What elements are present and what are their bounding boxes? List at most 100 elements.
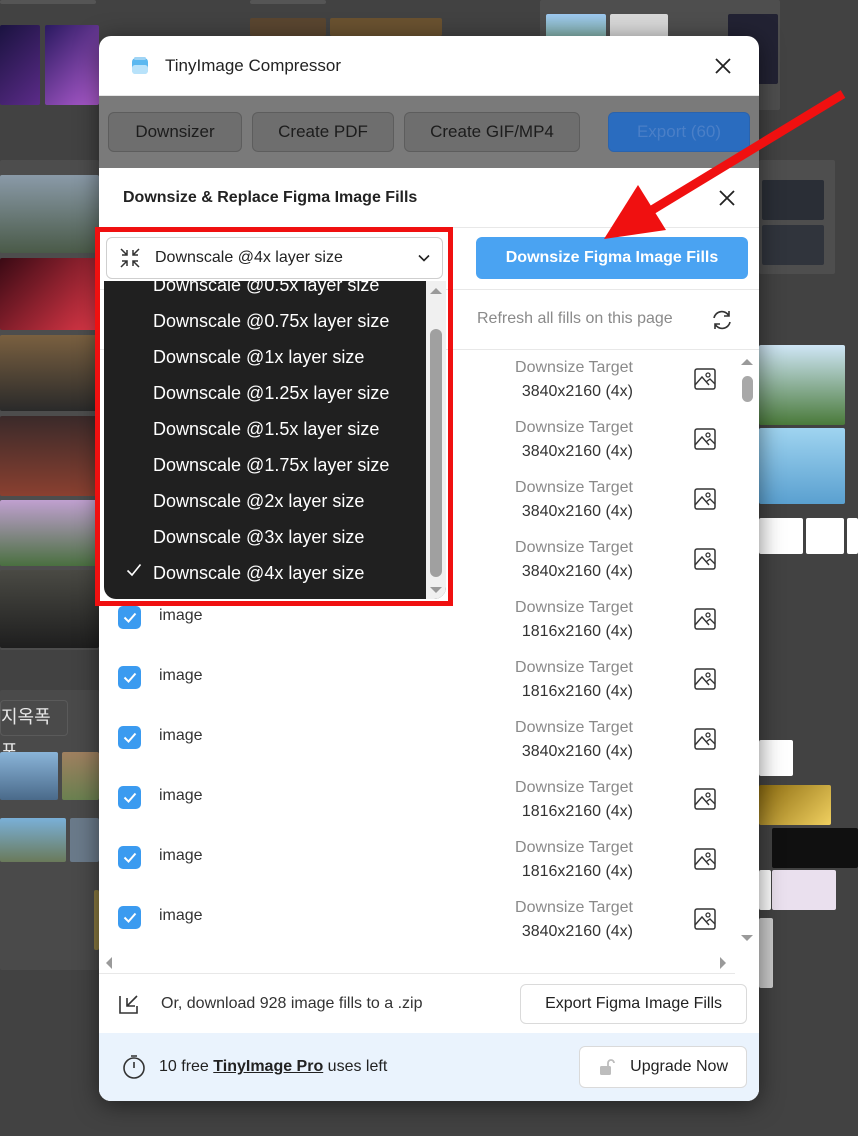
row-downsize-target: Downsize Target 3840x2160 (4x) [515, 416, 633, 464]
zip-download-text: Or, download 928 image fills to a .zip [161, 995, 423, 1012]
image-fill-row[interactable]: image Downsize Target 3840x2160 (4x) [99, 890, 735, 950]
free-uses-suffix: uses left [323, 1058, 388, 1075]
app-logo-icon [129, 55, 151, 77]
canvas-frame-label[interactable]: 지옥폭포 [0, 700, 68, 762]
row-checkbox[interactable] [118, 726, 141, 749]
dropdown-scroll-thumb[interactable] [430, 329, 442, 577]
row-downsize-target: Downsize Target 1816x2160 (4x) [515, 836, 633, 884]
downsize-fills-button[interactable]: Downsize Figma Image Fills [476, 237, 748, 279]
downscale-dropdown-menu[interactable]: Downscale @4x layer size Downscale @3x la… [104, 281, 446, 599]
dropdown-option[interactable]: Downscale @4x layer size [104, 555, 426, 591]
dropdown-option[interactable]: Downscale @0.75x layer size [104, 303, 426, 339]
row-name: image [159, 847, 203, 864]
checkmark-icon [123, 912, 136, 923]
tinyimage-pro-link[interactable]: TinyImage Pro [213, 1058, 323, 1075]
image-preview-button[interactable] [694, 608, 716, 630]
canvas-thumbnail [759, 785, 831, 825]
refresh-button[interactable] [710, 308, 734, 332]
dropdown-option-label: Downscale @0.5x layer size [153, 281, 380, 295]
canvas-thumbnail [759, 428, 845, 504]
export-fills-button[interactable]: Export Figma Image Fills [520, 984, 747, 1024]
row-target-value: 3840x2160 (4x) [521, 923, 633, 940]
image-preview-button[interactable] [694, 848, 716, 870]
row-target-label: Downsize Target [515, 419, 633, 436]
app-title: TinyImage Compressor [165, 55, 342, 75]
image-fill-row[interactable]: image Downsize Target 1816x2160 (4x) [99, 650, 735, 710]
checkmark-icon [123, 612, 136, 623]
row-target-value: 3840x2160 (4x) [521, 563, 633, 580]
canvas-thumbnail [0, 818, 66, 862]
row-name: image [159, 787, 203, 804]
image-preview-button[interactable] [694, 668, 716, 690]
row-target-label: Downsize Target [515, 899, 633, 916]
image-preview-button[interactable] [694, 488, 716, 510]
row-name: image [159, 727, 203, 744]
downscale-select-value: Downscale @4x layer size [155, 249, 343, 266]
row-downsize-target: Downsize Target 3840x2160 (4x) [515, 356, 633, 404]
refresh-fills-label[interactable]: Refresh all fills on this page [477, 310, 673, 328]
image-icon [694, 788, 716, 810]
row-target-label: Downsize Target [515, 359, 633, 376]
create-pdf-button[interactable]: Create PDF [252, 112, 394, 152]
dropdown-option[interactable]: Downscale @3x layer size [104, 519, 426, 555]
row-downsize-target: Downsize Target 1816x2160 (4x) [515, 596, 633, 644]
dropdown-option-label: Downscale @1.75x layer size [153, 454, 390, 475]
downscale-select[interactable]: Downscale @4x layer size [106, 237, 443, 279]
image-fill-row[interactable]: image Downsize Target 1816x2160 (4x) [99, 830, 735, 890]
canvas-thumbnail [62, 752, 99, 800]
dropdown-option[interactable]: Downscale @1.75x layer size [104, 447, 426, 483]
row-downsize-target: Downsize Target 1816x2160 (4x) [515, 656, 633, 704]
image-fill-row[interactable]: image Downsize Target 1816x2160 (4x) [99, 770, 735, 830]
dropdown-option-label: Downscale @4x layer size [153, 562, 365, 583]
checkmark-icon [123, 852, 136, 863]
create-gif-button[interactable]: Create GIF/MP4 [404, 112, 580, 152]
close-modal-button[interactable] [713, 184, 741, 212]
dropdown-option[interactable]: Downscale @2x layer size [104, 483, 426, 519]
row-downsize-target: Downsize Target 3840x2160 (4x) [515, 716, 633, 764]
dropdown-option-label: Downscale @3x layer size [153, 526, 365, 547]
free-uses-text: 10 free TinyImage Pro uses left [159, 1058, 579, 1076]
upgrade-now-button[interactable]: Upgrade Now [579, 1046, 747, 1088]
canvas-thumbnail [762, 225, 824, 265]
export-button[interactable]: Export (60) [608, 112, 750, 152]
canvas-thumbnail [772, 870, 836, 910]
row-checkbox[interactable] [118, 666, 141, 689]
row-target-value: 3840x2160 (4x) [521, 383, 633, 400]
image-preview-button[interactable] [694, 908, 716, 930]
row-target-label: Downsize Target [515, 539, 633, 556]
list-scroll-thumb[interactable] [742, 376, 753, 402]
canvas-thumbnail [0, 175, 99, 253]
dropdown-option[interactable]: Downscale @1.5x layer size [104, 411, 426, 447]
downsizer-tab-button[interactable]: Downsizer [108, 112, 242, 152]
image-preview-button[interactable] [694, 548, 716, 570]
row-target-value: 1816x2160 (4x) [521, 803, 633, 820]
canvas-thumbnail [772, 828, 858, 868]
list-horizontal-scrollbar[interactable] [99, 950, 735, 974]
image-fill-row[interactable]: image Downsize Target 1816x2160 (4x) [99, 590, 735, 650]
row-checkbox[interactable] [118, 606, 141, 629]
dropdown-option[interactable]: Downscale @1.25x layer size [104, 375, 426, 411]
canvas-frame [250, 0, 326, 4]
image-fill-row[interactable]: image Downsize Target 3840x2160 (4x) [99, 710, 735, 770]
dropdown-scrollbar[interactable] [426, 281, 446, 599]
close-plugin-button[interactable] [709, 52, 737, 80]
image-preview-button[interactable] [694, 428, 716, 450]
row-checkbox[interactable] [118, 846, 141, 869]
list-vertical-scrollbar[interactable] [736, 350, 758, 950]
canvas-thumbnail [0, 500, 99, 566]
row-target-label: Downsize Target [515, 479, 633, 496]
plugin-titlebar: TinyImage Compressor [99, 36, 759, 96]
modal-header: Downsize & Replace Figma Image Fills [99, 168, 759, 228]
canvas-thumbnail [759, 740, 793, 776]
row-checkbox[interactable] [118, 786, 141, 809]
image-preview-button[interactable] [694, 728, 716, 750]
row-name: image [159, 607, 203, 624]
row-checkbox[interactable] [118, 906, 141, 929]
image-icon [694, 428, 716, 450]
canvas-thumbnail [0, 570, 99, 648]
image-preview-button[interactable] [694, 788, 716, 810]
image-preview-button[interactable] [694, 368, 716, 390]
checkmark-icon [123, 672, 136, 683]
dropdown-option[interactable]: Downscale @1x layer size [104, 339, 426, 375]
dropdown-option[interactable]: Downscale @0.5x layer size [104, 281, 426, 303]
